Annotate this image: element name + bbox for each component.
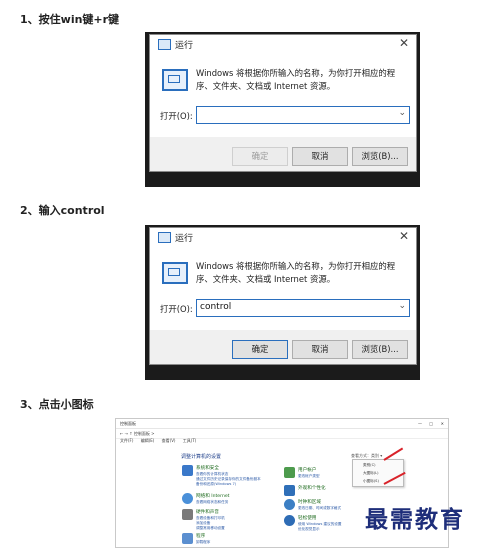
cp-item-name: 轻松使用 [298,516,317,521]
run-program-icon [162,69,188,91]
run-program-icon [162,262,188,284]
cp-titlebar: 控制面板 — □ ✕ [116,419,448,429]
button-bar: 确定 取消 浏览(B)... [150,330,416,364]
cp-menu-bar: 文件(F) 编辑(E) 查看(V) 工具(T) [116,438,448,446]
programs-icon [182,533,193,544]
view-by-menu: 类别(C) 大图标(L) 小图标(S) [352,459,404,487]
cp-item-name: 用户帐户 [298,468,317,473]
cp-item-name: 时钟和区域 [298,500,321,505]
open-label: 打开(O): [160,111,193,121]
view-option-category[interactable]: 类别(C) [363,463,376,468]
cp-item-name: 外观和个性化 [298,486,326,491]
cp-item-link[interactable]: 更改帐户类型 [298,474,320,479]
close-icon[interactable]: ✕ [399,36,409,50]
cp-item-name: 网络和 Internet [196,494,230,499]
maximize-icon[interactable]: □ [429,421,433,426]
ok-button[interactable]: 确定 [232,147,288,166]
dialog-description: Windows 将根据你所输入的名称，为你打开相应的程序、文件夹、文档或 Int… [196,261,396,284]
cp-heading: 调整计算机的设置 [181,454,222,460]
dialog-titlebar: 运行 ✕ [150,35,416,53]
open-input[interactable]: control ⌄ [196,299,410,317]
cp-item-link[interactable]: 备份和还原(Windows 7) [196,482,236,487]
cp-item-link[interactable]: 更改日期、时间或数字格式 [298,506,341,511]
menu-view[interactable]: 查看(V) [162,438,176,443]
watermark: 最需教育 [365,506,465,533]
globe-icon [182,493,193,504]
cp-window-title: 控制面板 [120,421,136,426]
view-option-small-icons[interactable]: 小图标(S) [363,479,379,484]
run-dialog: 运行 ✕ Windows 将根据你所输入的名称，为你打开相应的程序、文件夹、文档… [149,227,417,365]
cp-item-link[interactable]: 调整常用移动设置 [196,526,225,531]
ok-button[interactable]: 确定 [232,340,288,359]
accessibility-icon [284,515,295,526]
close-icon[interactable]: ✕ [441,421,444,426]
run-dialog: 运行 ✕ Windows 将根据你所输入的名称，为你打开相应的程序、文件夹、文档… [149,34,417,172]
browse-button[interactable]: 浏览(B)... [352,340,408,359]
printer-icon [182,509,193,520]
view-option-large-icons[interactable]: 大图标(L) [363,471,379,476]
menu-edit[interactable]: 编辑(E) [141,438,155,443]
open-label: 打开(O): [160,304,193,314]
open-input-value: control [200,302,232,312]
cp-item-link[interactable]: 优化视觉显示 [298,527,320,532]
cp-item-link[interactable]: 查看网络状态和任务 [196,500,228,505]
cancel-button[interactable]: 取消 [292,147,348,166]
run-icon [158,39,171,50]
cancel-button[interactable]: 取消 [292,340,348,359]
minimize-icon[interactable]: — [418,421,422,426]
run-icon [158,232,171,243]
chevron-down-icon[interactable]: ⌄ [398,108,406,118]
dialog-description: Windows 将根据你所输入的名称，为你打开相应的程序、文件夹、文档或 Int… [196,68,396,91]
cp-address: ← → ↑ 控制面板 > [120,431,155,436]
shield-icon [182,465,193,476]
run-dialog-screenshot-2: 运行 ✕ Windows 将根据你所输入的名称，为你打开相应的程序、文件夹、文档… [145,225,420,380]
menu-tools[interactable]: 工具(T) [183,438,197,443]
chevron-down-icon[interactable]: ⌄ [398,301,406,311]
users-icon [284,467,295,478]
display-icon [284,485,295,496]
dialog-titlebar: 运行 ✕ [150,228,416,246]
cp-item-name: 系统和安全 [196,466,219,471]
step-3-label: 3、点击小图标 [20,398,94,411]
cp-item-name: 硬件和声音 [196,510,219,515]
menu-file[interactable]: 文件(F) [120,438,133,443]
dialog-title: 运行 [175,41,194,51]
clock-icon [284,499,295,510]
cp-item-name: 程序 [196,534,206,539]
run-dialog-screenshot-1: 运行 ✕ Windows 将根据你所输入的名称，为你打开相应的程序、文件夹、文档… [145,32,420,187]
step-1-label: 1、按住win键+r键 [20,13,120,26]
cp-item-link[interactable]: 卸载程序 [196,540,210,545]
dialog-title: 运行 [175,234,194,244]
button-bar: 确定 取消 浏览(B)... [150,137,416,171]
browse-button[interactable]: 浏览(B)... [352,147,408,166]
step-2-label: 2、输入control [20,204,105,217]
close-icon[interactable]: ✕ [399,229,409,243]
open-input[interactable]: ⌄ [196,106,410,124]
